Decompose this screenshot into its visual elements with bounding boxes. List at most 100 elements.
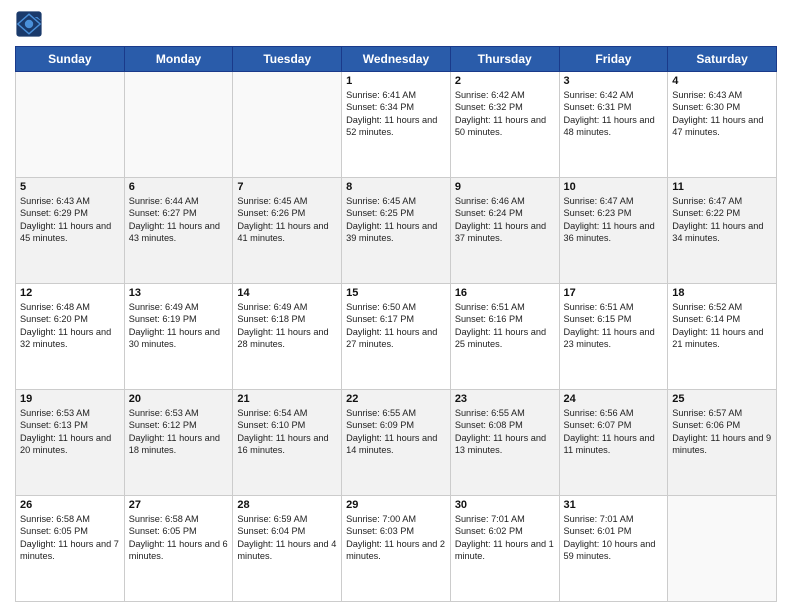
calendar-cell [16,72,125,178]
calendar-cell: 11 Sunrise: 6:47 AM Sunset: 6:22 PM Dayli… [668,178,777,284]
weekday-header-saturday: Saturday [668,47,777,72]
day-info: Sunrise: 6:44 AM Sunset: 6:27 PM Dayligh… [129,195,229,245]
day-info: Sunrise: 6:58 AM Sunset: 6:05 PM Dayligh… [20,513,120,563]
calendar-cell: 20 Sunrise: 6:53 AM Sunset: 6:12 PM Dayli… [124,390,233,496]
weekday-header-monday: Monday [124,47,233,72]
day-number: 17 [564,287,664,299]
calendar-cell: 9Sunrise: 6:46 AM Sunset: 6:24 PM Daylig… [450,178,559,284]
calendar-cell: 23 Sunrise: 6:55 AM Sunset: 6:08 PM Dayli… [450,390,559,496]
day-info: Sunrise: 6:51 AM Sunset: 6:15 PM Dayligh… [564,301,664,351]
logo-icon [15,10,43,38]
calendar-cell [124,72,233,178]
calendar-cell: 3 Sunrise: 6:42 AM Sunset: 6:31 PM Daylig… [559,72,668,178]
day-info: Sunrise: 6:55 AM Sunset: 6:08 PM Dayligh… [455,407,555,457]
day-info: Sunrise: 6:47 AM Sunset: 6:23 PM Dayligh… [564,195,664,245]
day-info: Sunrise: 6:55 AM Sunset: 6:09 PM Dayligh… [346,407,446,457]
calendar-cell: 15 Sunrise: 6:50 AM Sunset: 6:17 PM Dayli… [342,284,451,390]
day-info: Sunrise: 6:42 AM Sunset: 6:32 PM Dayligh… [455,89,555,139]
day-number: 11 [672,181,772,193]
day-number: 8 [346,181,446,193]
day-info: Sunrise: 6:45 AM Sunset: 6:26 PM Dayligh… [237,195,337,245]
day-info: Sunrise: 6:56 AM Sunset: 6:07 PM Dayligh… [564,407,664,457]
day-info: Sunrise: 6:52 AM Sunset: 6:14 PM Dayligh… [672,301,772,351]
day-number: 3 [564,75,664,87]
calendar-cell: 4 Sunrise: 6:43 AM Sunset: 6:30 PM Daylig… [668,72,777,178]
day-info: Sunrise: 6:48 AM Sunset: 6:20 PM Dayligh… [20,301,120,351]
day-number: 1 [346,75,446,87]
calendar-cell: 18 Sunrise: 6:52 AM Sunset: 6:14 PM Dayli… [668,284,777,390]
calendar-cell: 6 Sunrise: 6:44 AM Sunset: 6:27 PM Daylig… [124,178,233,284]
day-info: Sunrise: 6:50 AM Sunset: 6:17 PM Dayligh… [346,301,446,351]
calendar-cell: 30 Sunrise: 7:01 AM Sunset: 6:02 PM Dayli… [450,496,559,602]
day-number: 25 [672,393,772,405]
day-number: 22 [346,393,446,405]
day-number: 27 [129,499,229,511]
day-info: Sunrise: 6:59 AM Sunset: 6:04 PM Dayligh… [237,513,337,563]
weekday-header-tuesday: Tuesday [233,47,342,72]
day-number: 24 [564,393,664,405]
day-info: Sunrise: 6:41 AM Sunset: 6:34 PM Dayligh… [346,89,446,139]
logo [15,10,47,38]
calendar-cell: 10 Sunrise: 6:47 AM Sunset: 6:23 PM Dayli… [559,178,668,284]
calendar-cell: 1 Sunrise: 6:41 AM Sunset: 6:34 PM Daylig… [342,72,451,178]
day-number: 16 [455,287,555,299]
day-info: Sunrise: 6:46 AM Sunset: 6:24 PM Dayligh… [455,195,555,245]
calendar-cell [668,496,777,602]
day-number: 4 [672,75,772,87]
day-info: Sunrise: 6:43 AM Sunset: 6:29 PM Dayligh… [20,195,120,245]
day-number: 30 [455,499,555,511]
calendar-cell: 24 Sunrise: 6:56 AM Sunset: 6:07 PM Dayli… [559,390,668,496]
calendar-cell: 22 Sunrise: 6:55 AM Sunset: 6:09 PM Dayli… [342,390,451,496]
day-number: 19 [20,393,120,405]
day-info: Sunrise: 6:58 AM Sunset: 6:05 PM Dayligh… [129,513,229,563]
day-number: 5 [20,181,120,193]
day-number: 21 [237,393,337,405]
calendar-cell: 16 Sunrise: 6:51 AM Sunset: 6:16 PM Dayli… [450,284,559,390]
day-info: Sunrise: 7:01 AM Sunset: 6:02 PM Dayligh… [455,513,555,563]
weekday-header-wednesday: Wednesday [342,47,451,72]
day-number: 31 [564,499,664,511]
calendar-cell: 2Sunrise: 6:42 AM Sunset: 6:32 PM Daylig… [450,72,559,178]
calendar-cell: 28 Sunrise: 6:59 AM Sunset: 6:04 PM Dayli… [233,496,342,602]
day-number: 26 [20,499,120,511]
day-info: Sunrise: 7:00 AM Sunset: 6:03 PM Dayligh… [346,513,446,563]
day-number: 12 [20,287,120,299]
day-info: Sunrise: 6:43 AM Sunset: 6:30 PM Dayligh… [672,89,772,139]
calendar-cell: 7Sunrise: 6:45 AM Sunset: 6:26 PM Daylig… [233,178,342,284]
calendar-cell: 5 Sunrise: 6:43 AM Sunset: 6:29 PM Daylig… [16,178,125,284]
day-info: Sunrise: 6:53 AM Sunset: 6:13 PM Dayligh… [20,407,120,457]
day-number: 14 [237,287,337,299]
calendar-cell: 29 Sunrise: 7:00 AM Sunset: 6:03 PM Dayli… [342,496,451,602]
day-info: Sunrise: 6:47 AM Sunset: 6:22 PM Dayligh… [672,195,772,245]
calendar-cell: 12 Sunrise: 6:48 AM Sunset: 6:20 PM Dayli… [16,284,125,390]
calendar-cell: 14 Sunrise: 6:49 AM Sunset: 6:18 PM Dayli… [233,284,342,390]
weekday-header-sunday: Sunday [16,47,125,72]
day-number: 18 [672,287,772,299]
day-number: 29 [346,499,446,511]
day-info: Sunrise: 6:42 AM Sunset: 6:31 PM Dayligh… [564,89,664,139]
weekday-header-thursday: Thursday [450,47,559,72]
calendar-cell: 27 Sunrise: 6:58 AM Sunset: 6:05 PM Dayli… [124,496,233,602]
day-info: Sunrise: 6:53 AM Sunset: 6:12 PM Dayligh… [129,407,229,457]
calendar-cell: 25 Sunrise: 6:57 AM Sunset: 6:06 PM Dayli… [668,390,777,496]
day-info: Sunrise: 6:51 AM Sunset: 6:16 PM Dayligh… [455,301,555,351]
day-info: Sunrise: 6:54 AM Sunset: 6:10 PM Dayligh… [237,407,337,457]
day-number: 10 [564,181,664,193]
calendar-cell: 17 Sunrise: 6:51 AM Sunset: 6:15 PM Dayli… [559,284,668,390]
day-number: 6 [129,181,229,193]
day-number: 20 [129,393,229,405]
day-number: 23 [455,393,555,405]
day-info: Sunrise: 6:57 AM Sunset: 6:06 PM Dayligh… [672,407,772,457]
calendar-table: SundayMondayTuesdayWednesdayThursdayFrid… [15,46,777,602]
calendar-cell: 26 Sunrise: 6:58 AM Sunset: 6:05 PM Dayli… [16,496,125,602]
calendar-cell: 13Sunrise: 6:49 AM Sunset: 6:19 PM Dayli… [124,284,233,390]
calendar-cell: 8 Sunrise: 6:45 AM Sunset: 6:25 PM Daylig… [342,178,451,284]
day-info: Sunrise: 6:49 AM Sunset: 6:18 PM Dayligh… [237,301,337,351]
header [15,10,777,38]
day-number: 15 [346,287,446,299]
day-info: Sunrise: 6:45 AM Sunset: 6:25 PM Dayligh… [346,195,446,245]
calendar-cell: 21 Sunrise: 6:54 AM Sunset: 6:10 PM Dayli… [233,390,342,496]
weekday-header-friday: Friday [559,47,668,72]
day-number: 28 [237,499,337,511]
day-info: Sunrise: 7:01 AM Sunset: 6:01 PM Dayligh… [564,513,664,563]
